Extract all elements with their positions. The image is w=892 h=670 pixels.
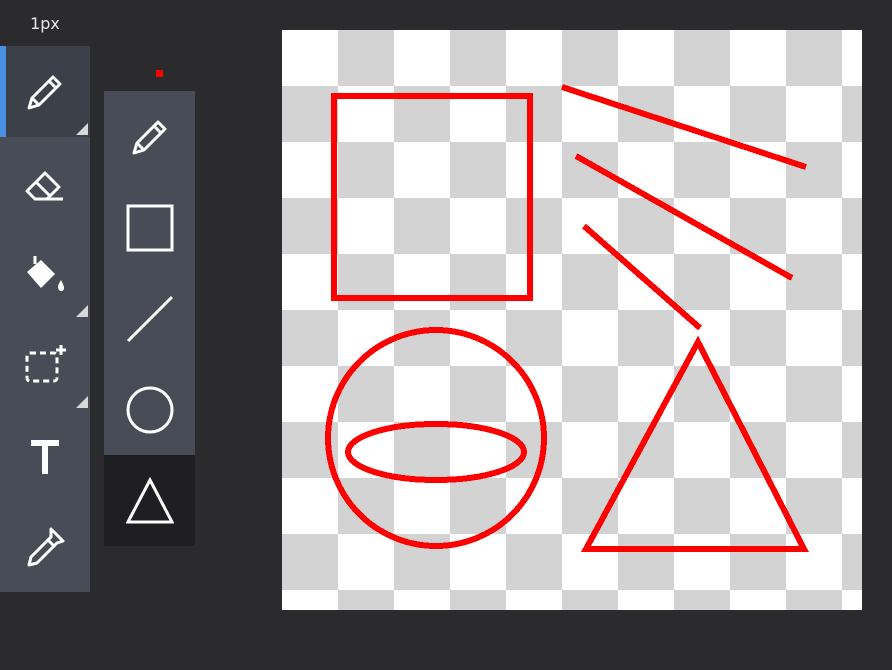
tool-sidebar: 1px — [0, 0, 90, 670]
flyout-triangle[interactable] — [104, 455, 195, 546]
eraser-icon — [25, 171, 63, 200]
brush-size-label[interactable]: 1px — [0, 0, 90, 46]
drawn-rectangle — [331, 93, 533, 301]
drawn-line — [582, 223, 702, 331]
selected-indicator — [0, 46, 6, 137]
paint-bucket-icon — [27, 255, 64, 291]
line-icon — [126, 295, 173, 342]
current-color-swatch[interactable] — [156, 70, 163, 77]
flyout-rectangle[interactable] — [104, 182, 195, 273]
tool-eyedropper[interactable] — [0, 501, 90, 592]
text-icon — [31, 439, 59, 474]
tool-pencil[interactable] — [0, 46, 90, 137]
triangle-icon — [125, 476, 174, 523]
tool-text[interactable] — [0, 410, 90, 501]
drawn-line — [561, 84, 807, 170]
tool-column — [0, 46, 90, 592]
submenu-indicator — [76, 396, 88, 408]
selection-add-icon — [25, 344, 66, 382]
tool-select[interactable] — [0, 319, 90, 410]
drawn-triangle — [580, 335, 809, 552]
pencil-icon — [132, 120, 166, 154]
flyout-line[interactable] — [104, 273, 195, 364]
drawn-line — [574, 153, 794, 281]
eyedropper-icon — [27, 527, 65, 566]
drawn-ellipse — [345, 421, 527, 483]
drawing-canvas[interactable] — [282, 30, 862, 610]
shape-flyout — [104, 91, 195, 546]
tool-eraser[interactable] — [0, 137, 90, 228]
rectangle-icon — [126, 204, 173, 251]
pencil-icon — [27, 75, 62, 109]
flyout-circle[interactable] — [104, 364, 195, 455]
tool-fill[interactable] — [0, 228, 90, 319]
flyout-pencil[interactable] — [104, 91, 195, 182]
submenu-indicator — [76, 305, 88, 317]
submenu-indicator — [76, 123, 88, 135]
circle-icon — [126, 386, 173, 433]
